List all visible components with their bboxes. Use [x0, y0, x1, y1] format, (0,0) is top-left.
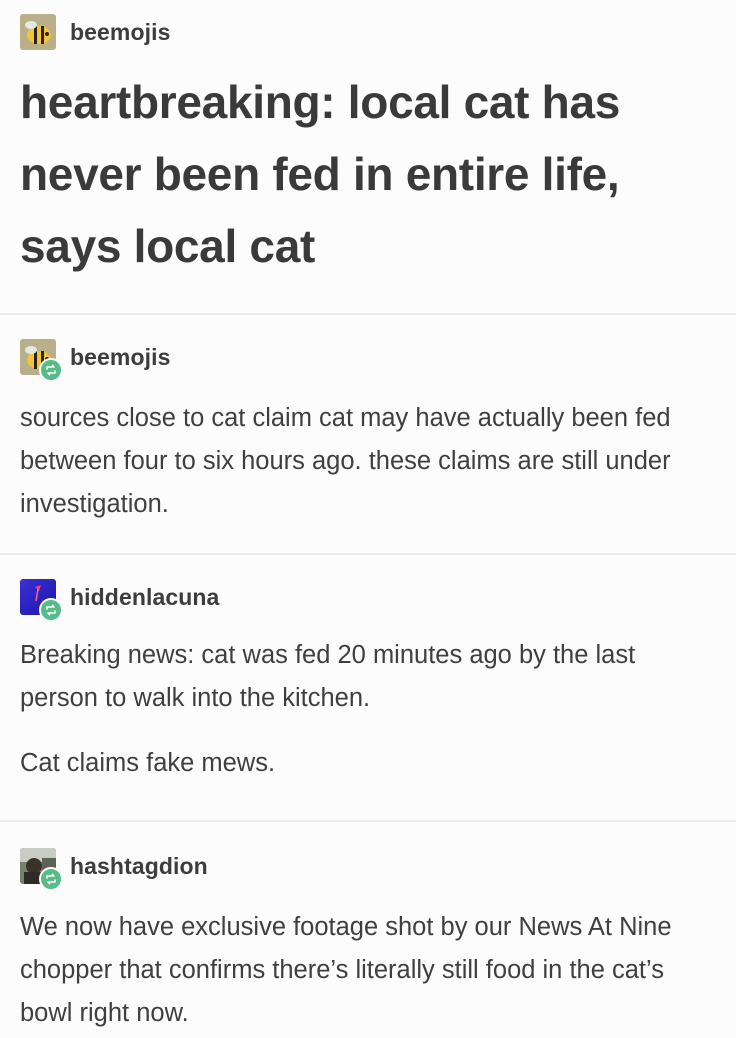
avatar[interactable]	[20, 579, 63, 622]
reblog-icon	[39, 358, 63, 382]
username[interactable]: hiddenlacuna	[70, 584, 219, 611]
username[interactable]: hashtagdion	[70, 853, 208, 880]
post-header: hiddenlacuna	[20, 577, 714, 622]
username[interactable]: beemojis	[70, 344, 171, 371]
avatar[interactable]	[20, 339, 63, 382]
post-header: beemojis	[20, 12, 714, 52]
post-body: sources close to cat claim cat may have …	[20, 404, 671, 518]
avatar[interactable]	[20, 848, 63, 891]
post-headline: heartbreaking: local cat has never been …	[20, 76, 621, 272]
reblog-post: hiddenlacuna Breaking news: cat was fed …	[0, 553, 736, 820]
post-body-paragraph: Breaking news: cat was fed 20 minutes ag…	[20, 641, 636, 712]
reblog-icon	[39, 867, 63, 891]
reblog-icon	[39, 598, 63, 622]
post-body: We now have exclusive footage shot by ou…	[20, 913, 672, 1027]
reblog-post: hashtagdion We now have exclusive footag…	[0, 820, 736, 1038]
reblog-post: beemojis sources close to cat claim cat …	[0, 313, 736, 553]
reblog-thread: beemojis heartbreaking: local cat has ne…	[0, 0, 736, 1038]
post-body-paragraph: Cat claims fake mews.	[20, 749, 276, 777]
bee-avatar-icon	[20, 14, 56, 50]
original-post: beemojis heartbreaking: local cat has ne…	[0, 0, 736, 313]
username[interactable]: beemojis	[70, 19, 171, 46]
avatar[interactable]	[20, 14, 56, 50]
post-header: hashtagdion	[20, 846, 714, 891]
post-header: beemojis	[20, 337, 714, 382]
